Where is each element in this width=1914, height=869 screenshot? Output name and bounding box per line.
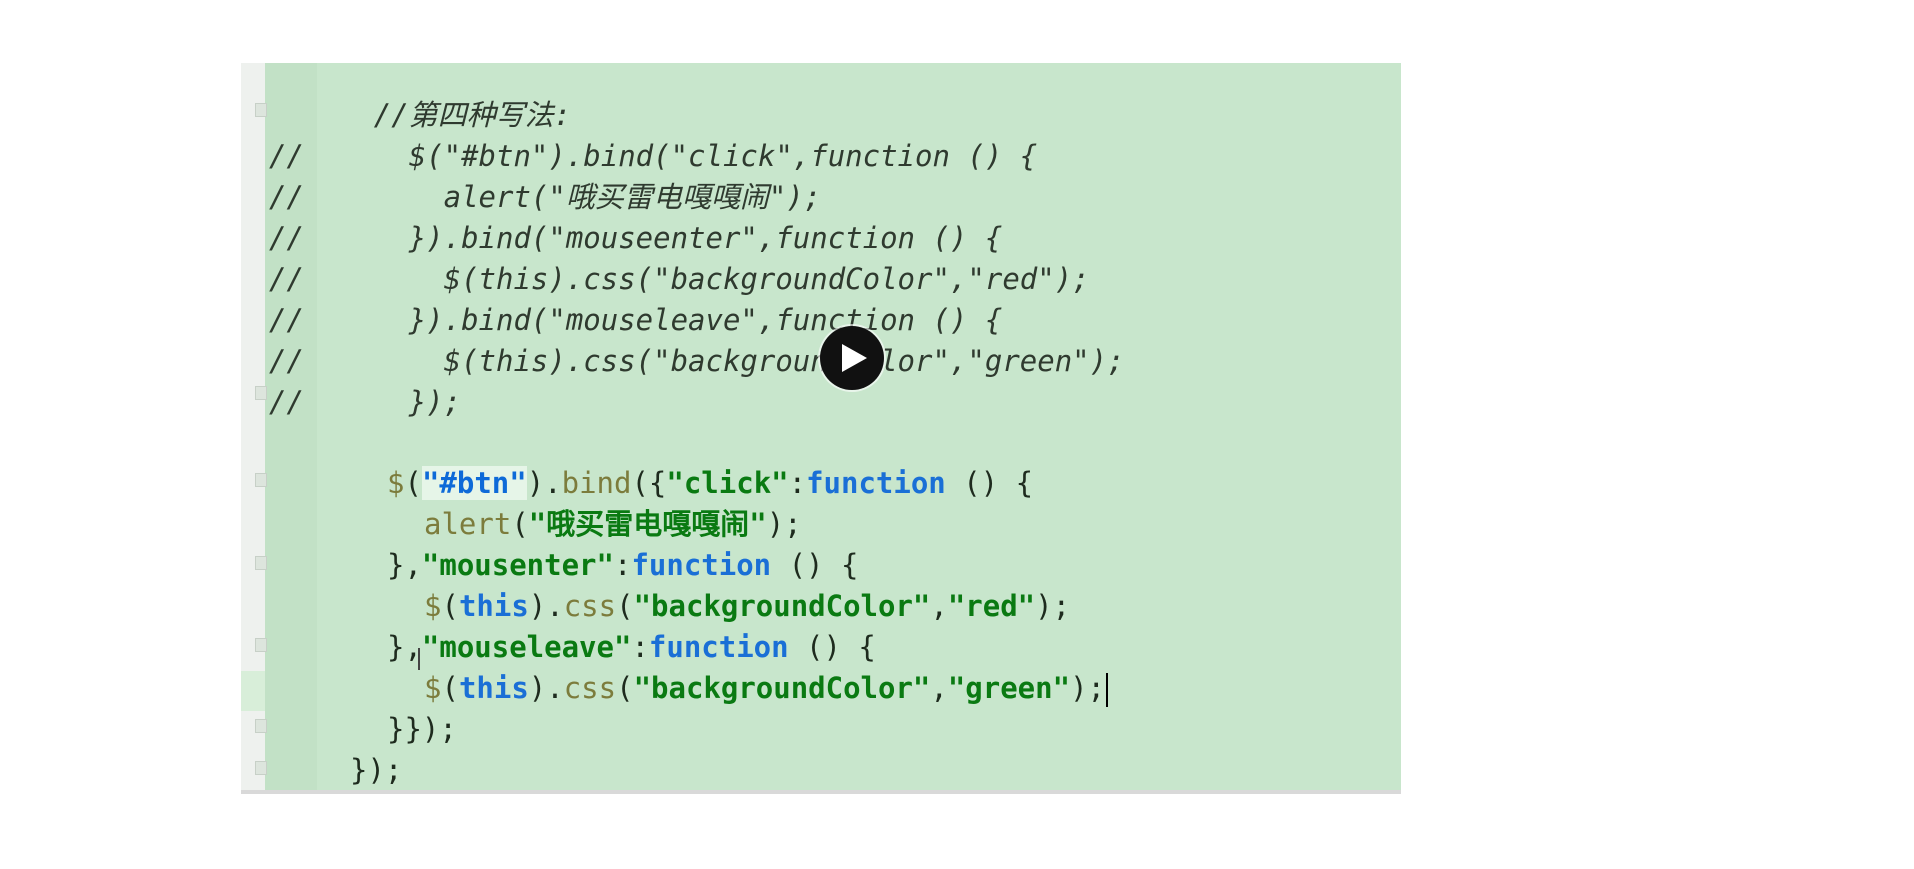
code-line-commented[interactable]: // alert("哦买雷电嘎嘎闹");	[269, 177, 821, 218]
play-icon	[842, 344, 867, 372]
text-caret	[1105, 673, 1108, 707]
fold-marker-icon[interactable]	[255, 556, 267, 570]
code-editor[interactable]: //第四种写法: // $("#btn").bind("click",funct…	[241, 63, 1401, 794]
code-line-commented[interactable]: // });	[269, 382, 461, 423]
fold-marker-icon[interactable]	[255, 719, 267, 733]
code-line-bind[interactable]: $("#btn").bind({"click":function () {	[387, 463, 1033, 504]
fold-marker-icon[interactable]	[255, 638, 267, 652]
code-line-close-ready[interactable]: });	[350, 750, 402, 791]
code-line-css-red[interactable]: $(this).css("backgroundColor","red");	[424, 586, 1070, 627]
fold-marker-icon[interactable]	[255, 386, 267, 400]
ibeam-cursor-icon	[418, 648, 426, 670]
code-line-comment-heading[interactable]: //第四种写法:	[269, 95, 571, 136]
code-line-commented[interactable]: // $(this).css("backgroundColor","green"…	[269, 341, 1125, 382]
play-button[interactable]	[820, 326, 884, 390]
code-line-close-object[interactable]: }});	[387, 709, 457, 750]
code-line-alert[interactable]: alert("哦买雷电嘎嘎闹");	[424, 504, 802, 545]
code-line-commented[interactable]: // $(this).css("backgroundColor","red");	[269, 259, 1090, 300]
code-line-commented[interactable]: // $("#btn").bind("click",function () {	[269, 136, 1037, 177]
code-line-css-green[interactable]: $(this).css("backgroundColor","green");	[424, 668, 1108, 709]
fold-marker-icon[interactable]	[255, 473, 267, 487]
code-line-commented[interactable]: // }).bind("mouseleave",function () {	[269, 300, 1002, 341]
current-line-marker	[241, 671, 265, 711]
code-line-mousenter[interactable]: },"mousenter":function () {	[387, 545, 858, 586]
code-line-mouseleave[interactable]: },"mouseleave":function () {	[387, 627, 876, 668]
fold-marker-icon[interactable]	[255, 761, 267, 775]
fold-marker-icon[interactable]	[255, 103, 267, 117]
code-line-commented[interactable]: // }).bind("mouseenter",function () {	[269, 218, 1002, 259]
